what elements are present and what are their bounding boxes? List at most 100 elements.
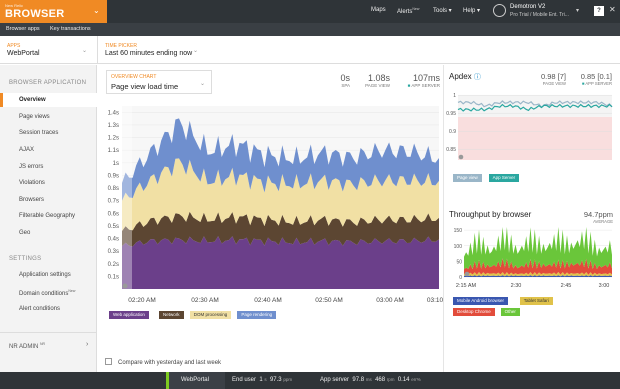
y-tick-label: 0.7s — [108, 199, 119, 205]
chevron-down-icon: ⌄ — [93, 6, 100, 15]
nr-admin-toggle[interactable]: NR ADMIN NR — [9, 342, 45, 350]
y-tick-label: 0.85 — [446, 147, 456, 153]
appserver-label: ■ APP SERVER — [407, 83, 440, 88]
subnav-key-transactions[interactable]: Key transactions — [50, 26, 91, 32]
brand-menu[interactable]: New Relic BROWSER ⌄ — [0, 0, 107, 23]
chevron-down-icon: ⌄ — [200, 81, 206, 87]
x-tick-label: 02:50 AM — [315, 297, 342, 304]
nav-alerts[interactable]: AlertsNew — [397, 7, 419, 15]
avatar — [493, 4, 506, 17]
throughput-legend-item[interactable]: Other — [500, 308, 520, 316]
divider — [0, 332, 96, 333]
sidebar-item-violations[interactable]: Violations — [19, 180, 45, 186]
y-tick-label: 0.3s — [108, 249, 119, 255]
time-picker[interactable]: TIME PICKER Last 60 minutes ending now ⌄ — [98, 36, 208, 64]
x-tick-label: 2:15 AM — [456, 283, 477, 289]
sidebar-item-geo[interactable]: Geo — [19, 230, 30, 236]
x-tick-label: 02:20 AM — [128, 297, 155, 304]
sidebar-item-filterable-geography[interactable]: Filterable Geography — [19, 213, 75, 219]
sidebar-item-alert-conditions[interactable]: Alert conditions — [19, 306, 60, 312]
compare-checkbox[interactable]: Compare with yesterday and last week — [105, 358, 221, 366]
appserver-value: 107ms — [412, 73, 440, 83]
throughput-area-other — [464, 227, 612, 270]
sidebar-item-application-settings[interactable]: Application settings — [19, 272, 71, 278]
sidebar-item-domain-conditions[interactable]: Domain conditionsNew — [19, 289, 75, 297]
y-tick-label: 100 — [454, 244, 463, 250]
apdex-legend-item[interactable]: Page view — [453, 174, 482, 182]
sidebar-item-page-views[interactable]: Page views — [19, 114, 50, 120]
time-picker-label: TIME PICKER — [105, 43, 137, 49]
chart-handle-icon — [464, 271, 470, 277]
checkbox-icon — [105, 358, 112, 365]
footer-enduser-unit: s — [264, 377, 267, 382]
sidebar-section-browser: BROWSER APPLICATION — [9, 80, 87, 86]
overview-legend-item[interactable]: DOM processing — [189, 311, 232, 319]
throughput-label: AVERAGE — [593, 219, 613, 224]
footer-enduser-ms: 97.3 — [269, 377, 282, 383]
throughput-chart: 0 50 100 150 2:15 AM 2:30 2:45 3:00 — [454, 227, 612, 289]
footer-as-ms: 97.8 — [352, 377, 365, 383]
domain-conditions-label: Domain conditions — [19, 291, 69, 297]
y-tick-label: 0 — [459, 275, 462, 281]
y-tick-label: 0.95 — [446, 111, 456, 117]
chevron-right-icon[interactable]: › — [86, 341, 88, 348]
throughput-legend-item[interactable]: Desktop Chrome — [453, 308, 495, 316]
nav-tools[interactable]: Tools ▾ — [433, 7, 452, 14]
chart-handle-icon — [458, 154, 464, 160]
throughput-value: 94.7ppm — [583, 210, 613, 219]
sidebar: BROWSER APPLICATION Overview Page views … — [0, 65, 97, 389]
overview-chart-picker[interactable]: OVERVIEW CHART Page view load time ⌄ — [106, 70, 212, 94]
alerts-badge: New — [412, 7, 420, 11]
overview-legend-item[interactable]: Web application — [109, 311, 149, 319]
sidebar-section-settings: SETTINGS — [9, 256, 42, 262]
sidebar-item-session-traces[interactable]: Session traces — [19, 130, 58, 136]
nav-maps[interactable]: Maps — [371, 7, 386, 13]
spa-label: SPA — [341, 83, 350, 88]
apdex-legend-item[interactable]: App Server — [488, 174, 520, 182]
y-tick-label: 0.5s — [108, 224, 119, 230]
y-tick-label: 0.9s — [108, 173, 119, 179]
chart-shade — [122, 106, 132, 289]
y-tick-label: 0.4s — [108, 237, 119, 243]
throughput-metric: 94.7ppm AVERAGE — [565, 210, 613, 224]
apdex-pageview-value: 0.98 [7] — [540, 72, 566, 81]
close-icon[interactable]: ✕ — [609, 5, 616, 14]
nr-admin-label: NR ADMIN — [9, 344, 39, 350]
series-area-web-application — [122, 236, 439, 289]
subnav-browser-apps[interactable]: Browser apps — [6, 26, 40, 32]
sidebar-item-browsers[interactable]: Browsers — [19, 197, 44, 203]
chevron-down-icon: ⌄ — [193, 48, 199, 54]
throughput-legend-item[interactable]: Tablet Safari — [519, 297, 553, 305]
y-tick-label: 1.2s — [108, 136, 119, 142]
overview-legend-item[interactable]: Network — [159, 311, 184, 319]
chevron-down-icon: ▾ — [576, 8, 580, 14]
help-icon[interactable]: ⓘ — [474, 74, 481, 81]
nr-admin-badge: NR — [40, 342, 46, 346]
footer-as-rpm-unit: rpm — [386, 377, 395, 382]
overview-chart-label: OVERVIEW CHART — [111, 74, 157, 80]
account-subscription: Pro Trial / Mobile Ent. Tri... — [510, 12, 569, 18]
overview-legend-item[interactable]: Page rendering — [237, 311, 277, 319]
overview-chart: 0.1s 0.2s 0.3s 0.4s 0.5s 0.6s 0.7s 0.8s 0.9s 1s 1.… — [108, 106, 443, 304]
apdex-frustrated-band — [458, 116, 612, 160]
y-tick-label: 1 — [453, 93, 456, 99]
y-tick-label: 0.8s — [108, 186, 119, 192]
sidebar-item-overview[interactable]: Overview — [0, 93, 97, 107]
apps-picker[interactable]: APPS WebPortal ⌄ — [0, 36, 97, 64]
compare-label: Compare with yesterday and last week — [118, 360, 222, 366]
overview-chart-value: Page view load time — [111, 82, 179, 91]
x-tick-label: 02:30 AM — [191, 297, 218, 304]
apps-value: WebPortal — [7, 50, 40, 57]
apdex-title-text: Apdex — [449, 72, 472, 81]
pageview-metric: 1.08s PAGE VIEW — [356, 73, 390, 88]
account-name: Demotron V2 — [510, 4, 546, 10]
x-tick-label: 02:40 AM — [254, 297, 281, 304]
sidebar-item-js-errors[interactable]: JS errors — [19, 164, 43, 170]
pageview-value: 1.08s — [367, 73, 390, 83]
footer-app-name[interactable]: WebPortal — [166, 372, 225, 389]
help-icon[interactable]: ? — [594, 6, 604, 16]
sidebar-item-ajax[interactable]: AJAX — [19, 147, 34, 153]
throughput-legend-item[interactable]: Mobile Android browser — [453, 297, 509, 305]
nav-help[interactable]: Help ▾ — [463, 7, 480, 14]
x-tick-label: 03:10 — [427, 297, 443, 304]
